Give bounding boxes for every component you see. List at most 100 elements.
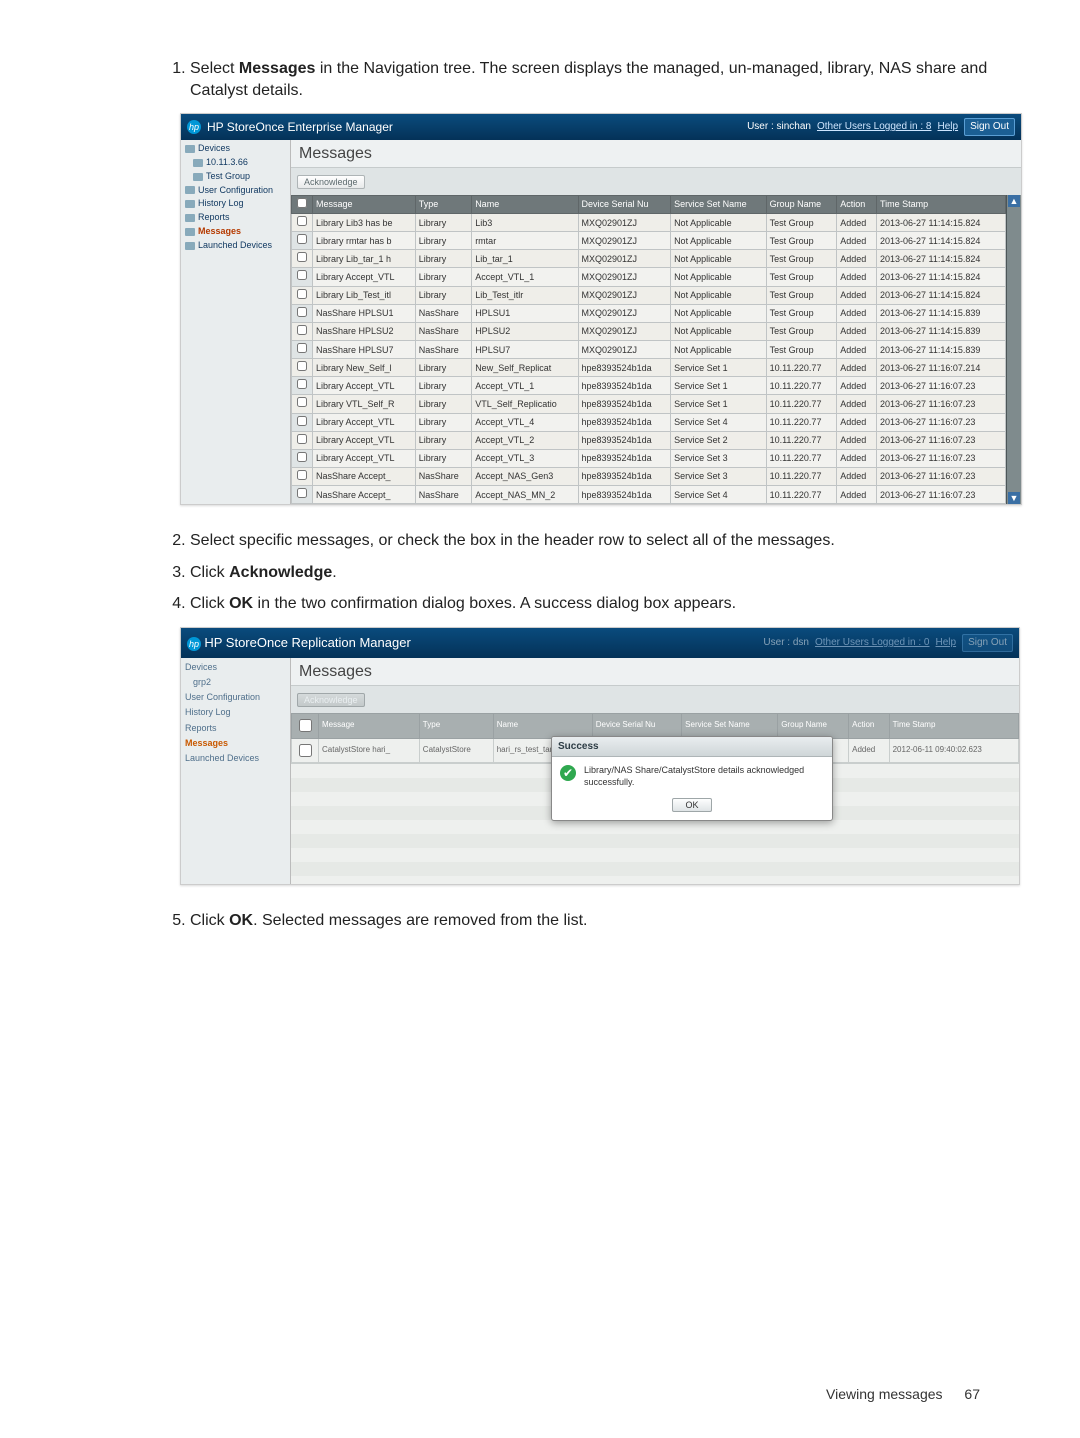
row-checkbox[interactable]: [297, 488, 307, 498]
ok-button[interactable]: OK: [672, 798, 711, 812]
nav-launched-devices[interactable]: Launched Devices: [183, 239, 288, 253]
col-service-set[interactable]: Service Set Name: [682, 713, 778, 738]
cell-serial: hpe8393524b1da: [578, 486, 671, 504]
cell-service-set: Not Applicable: [671, 286, 767, 304]
nav-history-log[interactable]: History Log: [183, 705, 288, 720]
select-all-checkbox[interactable]: [299, 719, 312, 732]
nav-devices[interactable]: Devices: [183, 142, 288, 156]
table-row[interactable]: Library VTL_Self_RLibraryVTL_Self_Replic…: [292, 395, 1006, 413]
row-checkbox[interactable]: [297, 379, 307, 389]
row-checkbox[interactable]: [297, 470, 307, 480]
acknowledge-button[interactable]: Acknowledge: [297, 693, 365, 707]
vertical-scrollbar[interactable]: ▲ ▼: [1006, 195, 1021, 504]
table-row[interactable]: Library Accept_VTLLibraryAccept_VTL_4hpe…: [292, 413, 1006, 431]
row-checkbox[interactable]: [299, 744, 312, 757]
table-row[interactable]: NasShare Accept_NasShareAccept_NAS_Gen3h…: [292, 467, 1006, 485]
col-action[interactable]: Action: [837, 195, 877, 213]
table-row[interactable]: Library Accept_VTLLibraryAccept_VTL_1hpe…: [292, 377, 1006, 395]
col-name[interactable]: Name: [472, 195, 578, 213]
cell-group: Test Group: [766, 304, 837, 322]
table-row[interactable]: Library Lib_Test_itlLibraryLib_Test_itlr…: [292, 286, 1006, 304]
acknowledge-button[interactable]: Acknowledge: [297, 175, 365, 189]
table-row[interactable]: Library Accept_VTLLibraryAccept_VTL_3hpe…: [292, 449, 1006, 467]
nav-devices[interactable]: Devices: [183, 660, 288, 675]
cell-name: HPLSU2: [472, 322, 578, 340]
cell-group: Test Group: [766, 322, 837, 340]
scroll-up-icon[interactable]: ▲: [1008, 195, 1020, 207]
folder-icon: [185, 145, 195, 153]
title-bar: hp HP StoreOnce Enterprise Manager User …: [181, 114, 1021, 140]
sign-out-button[interactable]: Sign Out: [962, 634, 1013, 652]
row-checkbox[interactable]: [297, 416, 307, 426]
table-row[interactable]: NasShare HPLSU1NasShareHPLSU1MXQ02901ZJN…: [292, 304, 1006, 322]
col-action[interactable]: Action: [849, 713, 889, 738]
col-name[interactable]: Name: [493, 713, 592, 738]
other-users-link[interactable]: Other Users Logged in : 8: [817, 120, 932, 134]
nav-messages[interactable]: Messages: [183, 736, 288, 751]
cell-service-set: Service Set 4: [671, 486, 767, 504]
table-row[interactable]: Library Accept_VTLLibraryAccept_VTL_2hpe…: [292, 431, 1006, 449]
row-checkbox[interactable]: [297, 397, 307, 407]
col-type[interactable]: Type: [419, 713, 493, 738]
cell-name: VTL_Self_Replicatio: [472, 395, 578, 413]
select-all-checkbox[interactable]: [297, 198, 307, 208]
nav-history-log[interactable]: History Log: [183, 197, 288, 211]
nav-user-config[interactable]: User Configuration: [183, 184, 288, 198]
row-checkbox[interactable]: [297, 343, 307, 353]
user-icon: [185, 186, 195, 194]
cell-name: Accept_VTL_3: [472, 449, 578, 467]
nav-reports[interactable]: Reports: [183, 721, 288, 736]
col-type[interactable]: Type: [415, 195, 471, 213]
row-checkbox[interactable]: [297, 434, 307, 444]
help-link[interactable]: Help: [936, 636, 957, 650]
cell-type: CatalystStore: [419, 738, 493, 763]
cell-service-set: Service Set 4: [671, 413, 767, 431]
row-checkbox[interactable]: [297, 252, 307, 262]
col-serial[interactable]: Device Serial Nu: [578, 195, 671, 213]
nav-messages[interactable]: Messages: [183, 225, 288, 239]
table-row[interactable]: Library Lib_tar_1 hLibraryLib_tar_1MXQ02…: [292, 250, 1006, 268]
col-message[interactable]: Message: [313, 195, 416, 213]
table-row[interactable]: NasShare HPLSU7NasShareHPLSU7MXQ02901ZJN…: [292, 341, 1006, 359]
cell-service-set: Not Applicable: [671, 322, 767, 340]
row-checkbox[interactable]: [297, 361, 307, 371]
step-1-preface: Select: [190, 60, 239, 77]
row-checkbox[interactable]: [297, 234, 307, 244]
row-checkbox[interactable]: [297, 307, 307, 317]
sign-out-button[interactable]: Sign Out: [964, 118, 1015, 136]
nav-group[interactable]: grp2: [183, 675, 288, 690]
help-link[interactable]: Help: [938, 120, 959, 134]
col-service-set[interactable]: Service Set Name: [671, 195, 767, 213]
table-row[interactable]: Library Lib3 has beLibraryLib3MXQ02901ZJ…: [292, 214, 1006, 232]
cell-time-stamp: 2013-06-27 11:14:15.824: [876, 232, 1005, 250]
cell-type: NasShare: [415, 486, 471, 504]
col-serial[interactable]: Device Serial Nu: [592, 713, 681, 738]
row-checkbox[interactable]: [297, 270, 307, 280]
row-checkbox[interactable]: [297, 216, 307, 226]
col-group[interactable]: Group Name: [778, 713, 849, 738]
table-row[interactable]: NasShare Accept_NasShareAccept_NAS_MN_2h…: [292, 486, 1006, 504]
col-time-stamp[interactable]: Time Stamp: [876, 195, 1005, 213]
table-row[interactable]: NasShare HPLSU2NasShareHPLSU2MXQ02901ZJN…: [292, 322, 1006, 340]
col-message[interactable]: Message: [319, 713, 420, 738]
table-row[interactable]: Library New_Self_lLibraryNew_Self_Replic…: [292, 359, 1006, 377]
scroll-down-icon[interactable]: ▼: [1008, 492, 1020, 504]
col-group[interactable]: Group Name: [766, 195, 837, 213]
nav-test-group[interactable]: Test Group: [183, 170, 288, 184]
cell-action: Added: [837, 413, 877, 431]
row-checkbox[interactable]: [297, 289, 307, 299]
cell-action: Added: [837, 467, 877, 485]
cell-serial: hpe8393524b1da: [578, 377, 671, 395]
table-row[interactable]: Library Accept_VTLLibraryAccept_VTL_1MXQ…: [292, 268, 1006, 286]
nav-user-config[interactable]: User Configuration: [183, 690, 288, 705]
table-row[interactable]: Library rmtar has bLibraryrmtarMXQ02901Z…: [292, 232, 1006, 250]
nav-launched-devices[interactable]: Launched Devices: [183, 751, 288, 766]
other-users-link[interactable]: Other Users Logged in : 0: [815, 636, 930, 650]
nav-device-ip[interactable]: 10.11.3.66: [183, 156, 288, 170]
cell-type: Library: [415, 250, 471, 268]
nav-reports[interactable]: Reports: [183, 211, 288, 225]
row-checkbox[interactable]: [297, 452, 307, 462]
row-checkbox[interactable]: [297, 325, 307, 335]
cell-service-set: Service Set 3: [671, 467, 767, 485]
col-time-stamp[interactable]: Time Stamp: [889, 713, 1018, 738]
